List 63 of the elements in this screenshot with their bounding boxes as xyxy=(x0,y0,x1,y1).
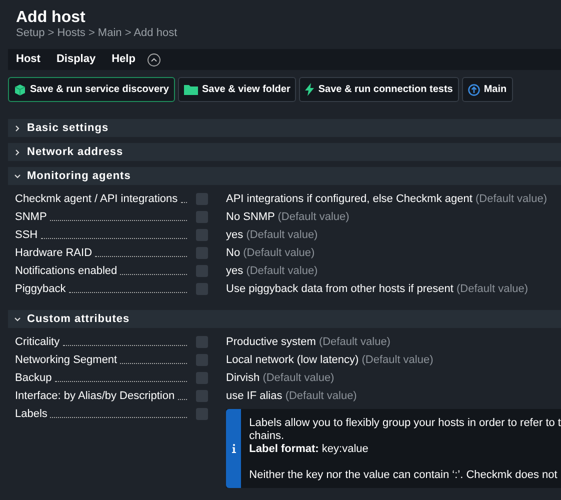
attribute-value: use IF alias (Default value) xyxy=(226,389,357,404)
section-title: Basic settings xyxy=(27,120,109,136)
checkbox[interactable] xyxy=(196,211,208,223)
attribute-label: Notifications enabled xyxy=(15,264,118,279)
attribute-label: Piggyback xyxy=(15,282,66,297)
checkbox[interactable] xyxy=(196,336,208,348)
attribute-label: SNMP xyxy=(15,210,47,225)
menu-item[interactable]: Help xyxy=(112,51,136,68)
attribute-label: SSH xyxy=(15,228,38,243)
collapse-icon[interactable] xyxy=(147,52,162,66)
cube-icon xyxy=(14,84,26,96)
checkbox[interactable] xyxy=(196,265,208,277)
checkbox[interactable] xyxy=(196,354,208,366)
page-title: Add host xyxy=(16,9,86,27)
breadcrumb: Setup > Hosts > Main > Add host xyxy=(16,27,178,40)
section-header[interactable]: Basic settings xyxy=(8,119,561,137)
attribute-label: Criticality xyxy=(15,335,60,350)
section-header[interactable]: Network address xyxy=(8,143,561,161)
toolbar-button[interactable]: Save & run service discovery xyxy=(8,77,175,102)
info-text: Neither the key nor the value can contain ‘:’. Checkmk does not xyxy=(249,469,558,482)
lightning-icon xyxy=(305,83,314,96)
attribute-value: No SNMP (Default value) xyxy=(226,210,350,225)
chevron-down-icon xyxy=(14,172,21,180)
attribute-label: Backup xyxy=(15,371,52,386)
section-title: Monitoring agents xyxy=(27,168,131,184)
checkbox[interactable] xyxy=(196,247,208,259)
checkbox[interactable] xyxy=(196,390,208,402)
menu-item[interactable]: Host xyxy=(16,51,40,68)
toolbar-button[interactable]: Save & run connection tests xyxy=(299,77,459,102)
attribute-value: Dirvish (Default value) xyxy=(226,371,334,386)
attribute-value: Local network (low latency) (Default value) xyxy=(226,353,434,368)
chevron-right-icon xyxy=(14,124,21,132)
attribute-label: Interface: by Alias/by Description xyxy=(15,389,175,404)
toolbar-button[interactable]: Main xyxy=(462,77,513,102)
attribute-label: Networking Segment xyxy=(15,353,118,368)
checkbox[interactable] xyxy=(196,193,208,205)
section-title: Network address xyxy=(27,144,124,160)
arrow-up-circle-icon xyxy=(468,84,480,96)
attribute-label: Hardware RAID xyxy=(15,246,92,261)
info-text: chains. xyxy=(249,430,286,443)
attribute-label: Labels xyxy=(15,407,48,422)
section-header[interactable]: Monitoring agents xyxy=(8,167,561,185)
attribute-value: Use piggyback data from other hosts if present (Default value) xyxy=(226,282,528,297)
attribute-value: Productive system (Default value) xyxy=(226,335,390,350)
section-header[interactable]: Custom attributes xyxy=(8,310,561,328)
chevron-down-icon xyxy=(14,316,21,322)
attribute-value: yes (Default value) xyxy=(226,228,318,243)
info-text: Label format: key:value xyxy=(249,443,370,456)
checkbox[interactable] xyxy=(196,372,208,384)
menu-item[interactable]: Display xyxy=(56,51,96,68)
section-title: Custom attributes xyxy=(27,312,130,327)
info-text: Labels allow you to flexibly group your hosts in order to refer to t xyxy=(249,417,561,430)
chevron-right-icon xyxy=(14,148,21,156)
attribute-value: No (Default value) xyxy=(226,246,315,261)
checkbox[interactable] xyxy=(196,408,208,420)
attribute-value: API integrations if configured, else Checkmk agent (Default value) xyxy=(226,192,548,207)
checkbox[interactable] xyxy=(196,229,208,241)
attribute-label: Checkmk agent / API integrations xyxy=(15,192,178,207)
checkbox[interactable] xyxy=(196,283,208,295)
info-icon xyxy=(232,444,236,453)
attribute-value: yes (Default value) xyxy=(226,264,318,279)
toolbar-button[interactable]: Save & view folder xyxy=(178,77,296,102)
folder-icon xyxy=(184,84,198,95)
